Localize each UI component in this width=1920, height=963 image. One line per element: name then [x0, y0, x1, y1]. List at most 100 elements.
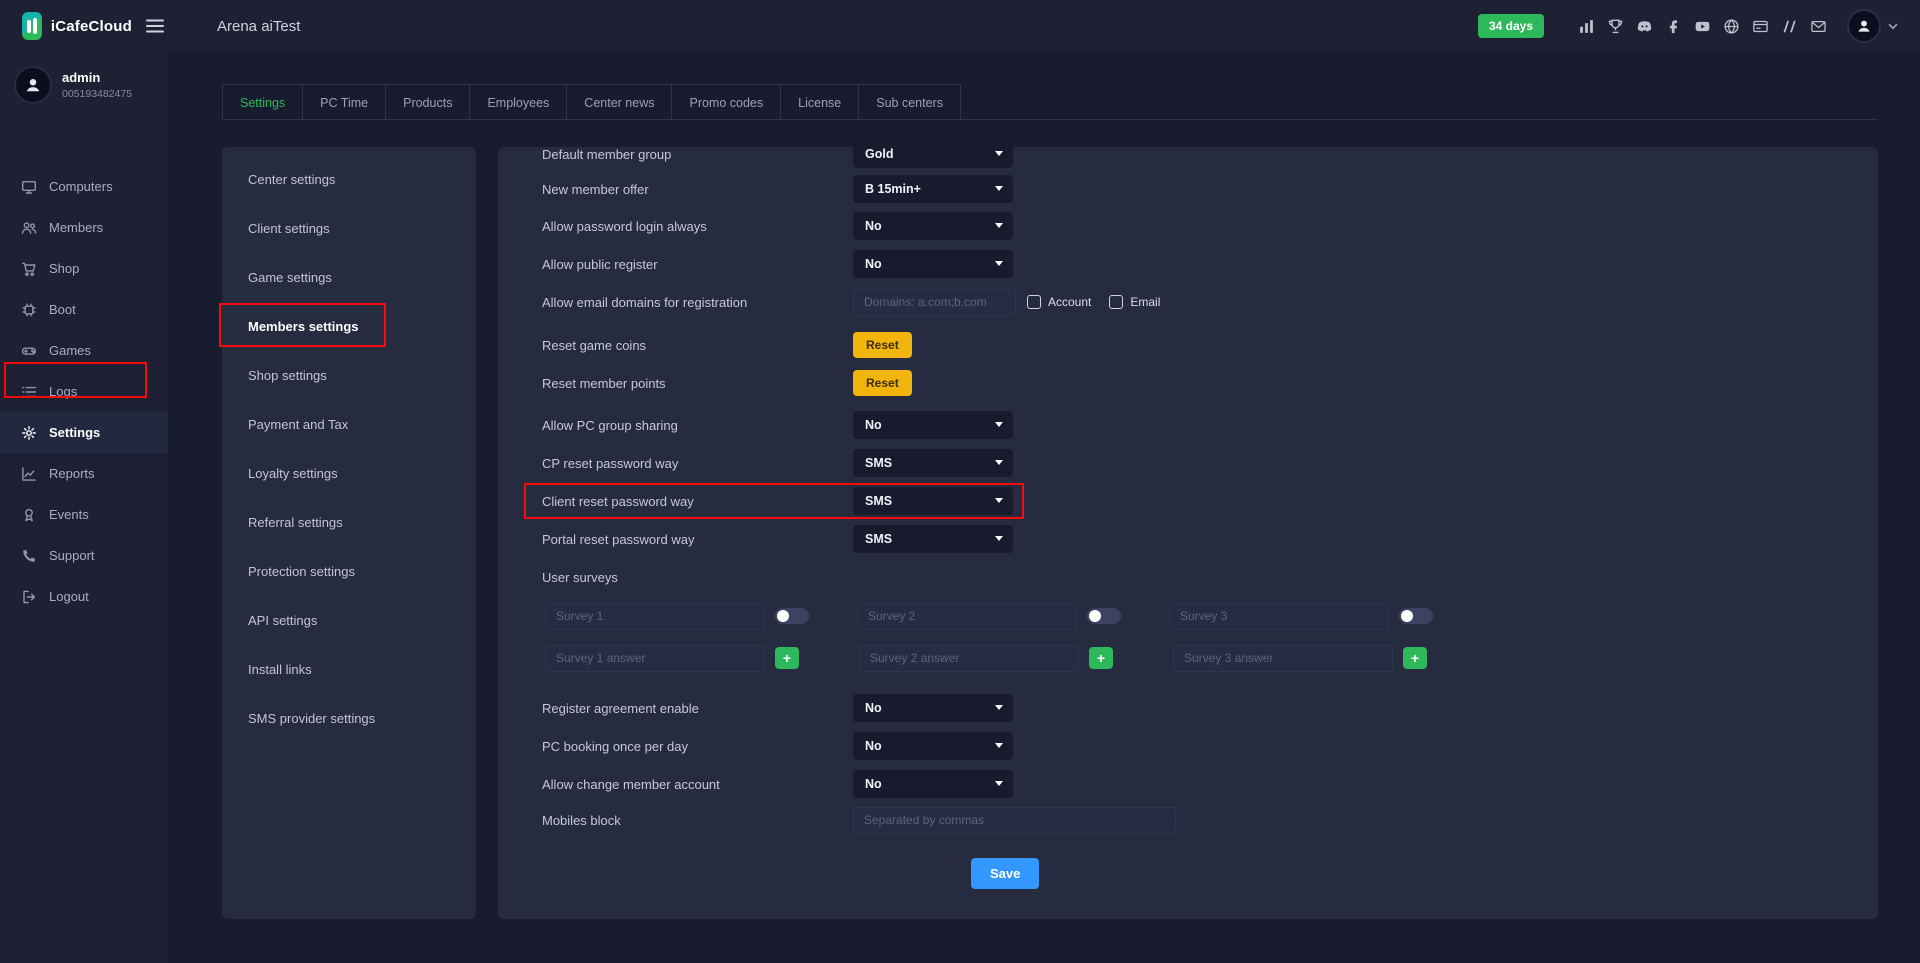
sidebar-item-boot[interactable]: Boot [0, 289, 168, 330]
billing-icon[interactable] [1746, 18, 1775, 35]
youtube-icon[interactable] [1688, 18, 1717, 35]
account-checkbox[interactable] [1027, 295, 1041, 309]
pc-booking-select[interactable]: No [853, 732, 1013, 760]
reset-member-points-button[interactable]: Reset [853, 370, 912, 396]
nav-item-client-settings[interactable]: Client settings [222, 204, 476, 253]
center-title: Arena aiTest [217, 18, 300, 35]
save-button[interactable]: Save [971, 858, 1039, 889]
website-icon[interactable] [1717, 18, 1746, 35]
sidebar-item-label: Reports [49, 466, 95, 481]
sidebar-user[interactable]: admin 005193482475 [0, 52, 168, 104]
email-checkbox[interactable] [1109, 295, 1123, 309]
cart-icon [21, 261, 37, 277]
tab-center-news[interactable]: Center news [566, 84, 672, 120]
select-value: SMS [865, 532, 892, 546]
sidebar-item-support[interactable]: Support [0, 535, 168, 576]
field-label: Mobiles block [542, 813, 853, 828]
nav-item-payment-and-tax[interactable]: Payment and Tax [222, 400, 476, 449]
survey-2-input[interactable] [857, 603, 1077, 630]
nav-item-loyalty-settings[interactable]: Loyalty settings [222, 449, 476, 498]
sidebar-item-computers[interactable]: Computers [0, 166, 168, 207]
phone-icon [21, 548, 37, 564]
allow-public-register-select[interactable]: No [853, 250, 1013, 278]
brand[interactable]: iCafeCloud [0, 12, 132, 40]
sidebar-menu: Computers Members Shop Boot Games Logs S… [0, 166, 168, 617]
survey-1-add-button[interactable]: + [775, 647, 799, 669]
tab-settings[interactable]: Settings [222, 84, 303, 120]
trophy-icon[interactable] [1601, 18, 1630, 35]
tab-promo-codes[interactable]: Promo codes [671, 84, 781, 120]
tab-label: Promo codes [689, 96, 763, 110]
default-member-group-select[interactable]: Gold [853, 147, 1013, 168]
mail-icon[interactable] [1804, 18, 1833, 35]
tab-employees[interactable]: Employees [469, 84, 567, 120]
client-reset-password-way-select[interactable]: SMS [853, 487, 1013, 515]
cp-reset-password-way-select[interactable]: SMS [853, 449, 1013, 477]
reset-game-coins-button[interactable]: Reset [853, 332, 912, 358]
survey-2-toggle[interactable] [1087, 608, 1121, 624]
survey-3-answer-input[interactable] [1173, 645, 1393, 672]
sidebar-item-label: Members [49, 220, 103, 235]
form-row-default-member-group: Default member group Gold [542, 147, 1838, 169]
sidebar-item-games[interactable]: Games [0, 330, 168, 371]
nav-item-api-settings[interactable]: API settings [222, 596, 476, 645]
tab-sub-centers[interactable]: Sub centers [858, 84, 961, 120]
survey-1-answer-input[interactable] [545, 645, 765, 672]
facebook-icon[interactable] [1659, 18, 1688, 35]
portal-reset-password-way-select[interactable]: SMS [853, 525, 1013, 553]
sidebar-item-logout[interactable]: Logout [0, 576, 168, 617]
email-domains-input[interactable] [853, 289, 1016, 316]
sidebar-item-label: Logs [49, 384, 77, 399]
tab-products[interactable]: Products [385, 84, 470, 120]
survey-2-answer-input[interactable] [859, 645, 1079, 672]
form-row-allow-change-member-account: Allow change member account No [542, 769, 1838, 799]
form-row-user-surveys: User surveys [542, 562, 1838, 592]
survey-3-add-button[interactable]: + [1403, 647, 1427, 669]
sidebar-item-label: Settings [49, 425, 100, 440]
allow-password-login-select[interactable]: No [853, 212, 1013, 240]
nav-item-install-links[interactable]: Install links [222, 645, 476, 694]
nav-item-members-settings[interactable]: Members settings [222, 302, 476, 351]
tab-license[interactable]: License [780, 84, 859, 120]
survey-3-toggle[interactable] [1399, 608, 1433, 624]
nav-item-protection-settings[interactable]: Protection settings [222, 547, 476, 596]
discord-icon[interactable] [1630, 18, 1659, 35]
nav-item-center-settings[interactable]: Center settings [222, 155, 476, 204]
sidebar-item-shop[interactable]: Shop [0, 248, 168, 289]
nav-item-sms-provider-settings[interactable]: SMS provider settings [222, 694, 476, 743]
sidebar-item-reports[interactable]: Reports [0, 453, 168, 494]
sidebar-item-members[interactable]: Members [0, 207, 168, 248]
tab-label: Settings [240, 96, 285, 110]
survey-3-input[interactable] [1169, 603, 1389, 630]
form-row-pc-booking: PC booking once per day No [542, 731, 1838, 761]
form-row-portal-reset-password-way: Portal reset password way SMS [542, 524, 1838, 554]
user-avatar[interactable] [1847, 9, 1881, 43]
nav-item-game-settings[interactable]: Game settings [222, 253, 476, 302]
reviews-icon[interactable] [1775, 18, 1804, 35]
field-label: Allow PC group sharing [542, 418, 853, 433]
settings-form-panel: Default member group Gold New member off… [498, 147, 1878, 919]
nav-item-label: Install links [248, 662, 312, 677]
allow-change-member-account-select[interactable]: No [853, 770, 1013, 798]
mobiles-block-input[interactable] [853, 807, 1176, 834]
new-member-offer-select[interactable]: B 15min+ [853, 175, 1013, 203]
survey-1-input[interactable] [545, 603, 765, 630]
hamburger-menu-icon[interactable] [138, 11, 172, 41]
tab-pc-time[interactable]: PC Time [302, 84, 386, 120]
survey-2-add-button[interactable]: + [1089, 647, 1113, 669]
register-agreement-select[interactable]: No [853, 694, 1013, 722]
analytics-icon[interactable] [1572, 18, 1601, 35]
nav-item-shop-settings[interactable]: Shop settings [222, 351, 476, 400]
field-label: PC booking once per day [542, 739, 853, 754]
nav-item-label: Referral settings [248, 515, 343, 530]
sidebar-item-logs[interactable]: Logs [0, 371, 168, 412]
chevron-down-icon[interactable] [1888, 23, 1898, 30]
nav-item-label: Payment and Tax [248, 417, 348, 432]
sidebar-item-events[interactable]: Events [0, 494, 168, 535]
survey-1-toggle[interactable] [775, 608, 809, 624]
brand-name: iCafeCloud [51, 18, 132, 35]
allow-pc-group-sharing-select[interactable]: No [853, 411, 1013, 439]
sidebar-item-label: Boot [49, 302, 76, 317]
sidebar-item-settings[interactable]: Settings [0, 412, 168, 453]
nav-item-referral-settings[interactable]: Referral settings [222, 498, 476, 547]
